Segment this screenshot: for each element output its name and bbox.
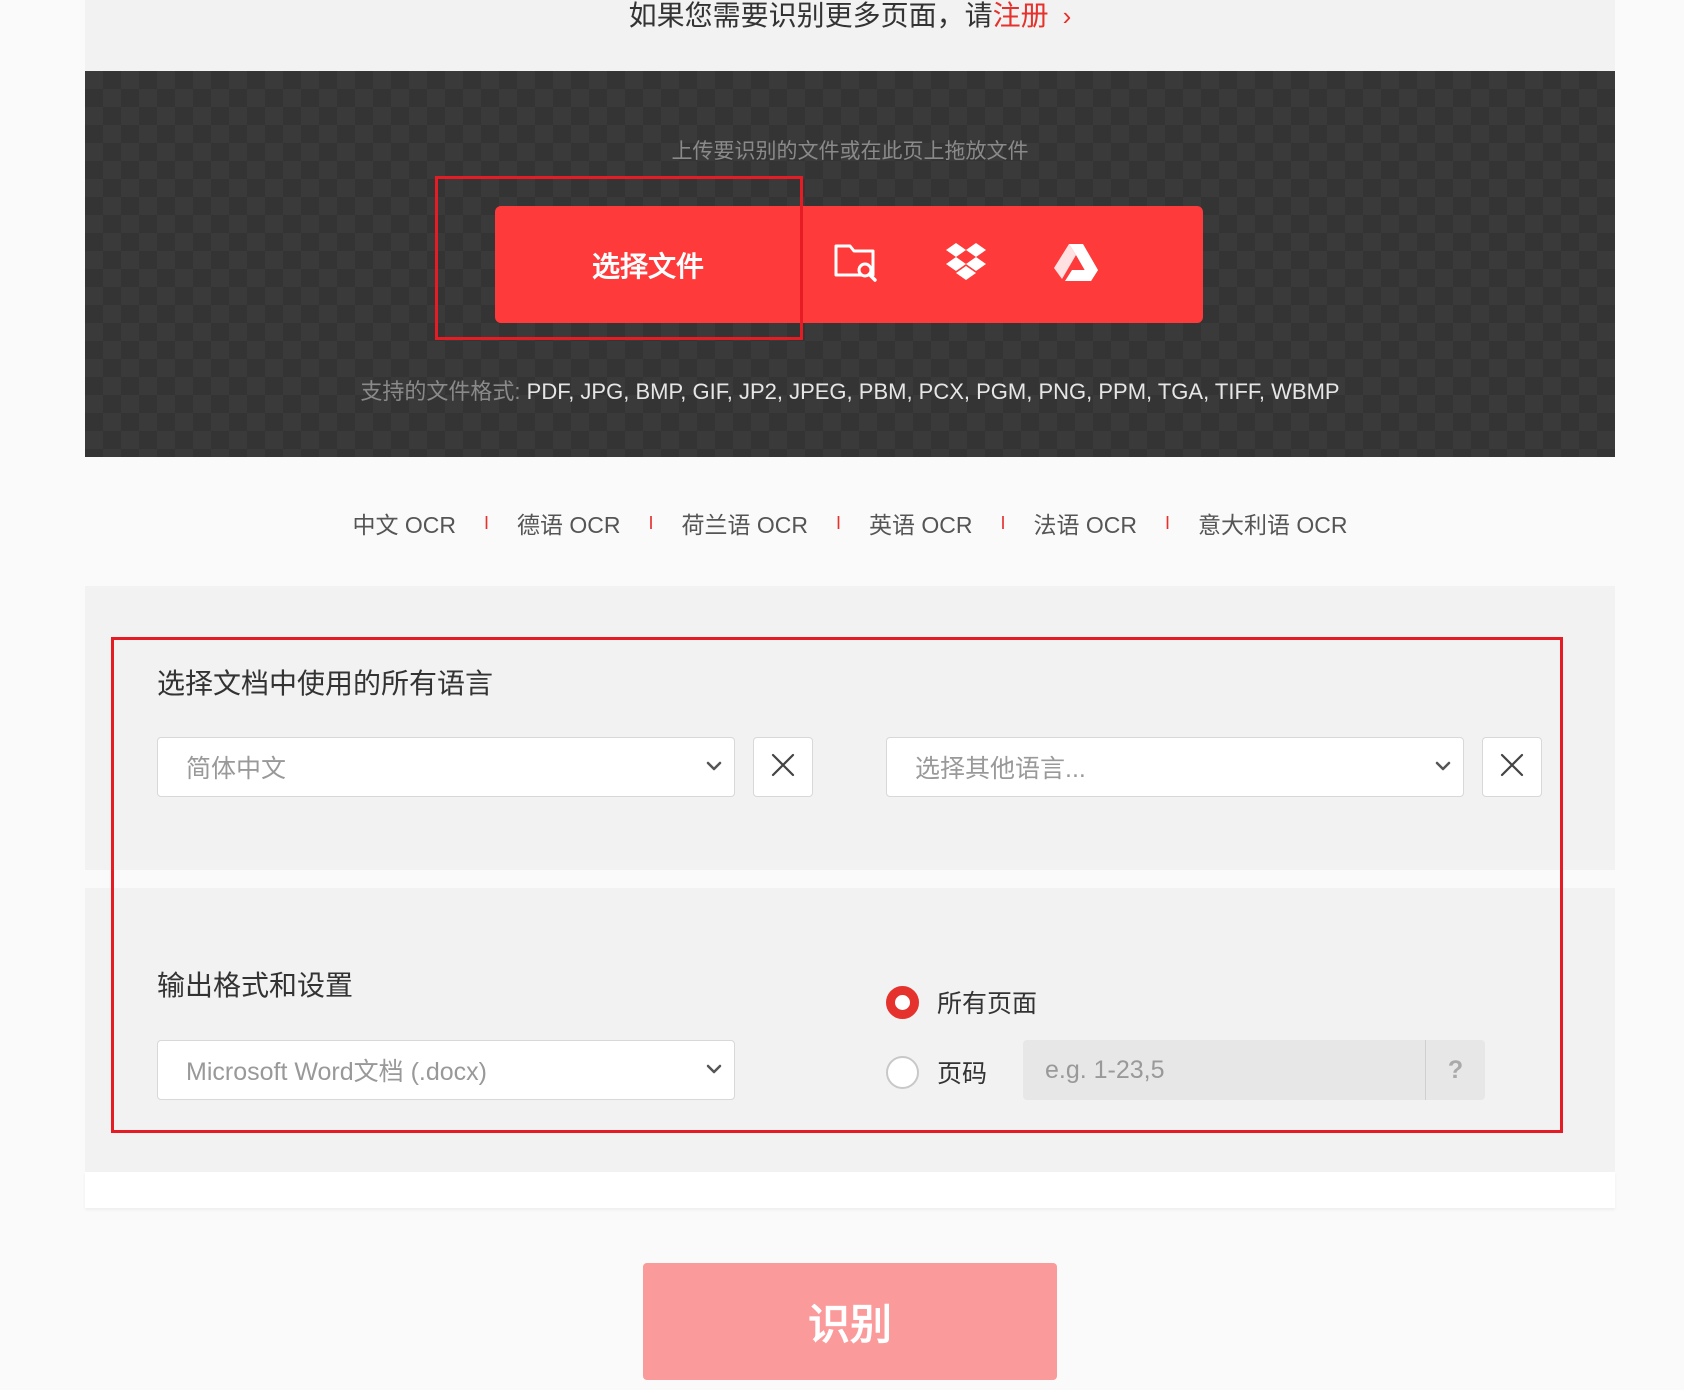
output-panel xyxy=(85,888,1615,1172)
link-chinese-ocr[interactable]: 中文 OCR xyxy=(352,506,456,540)
link-separator: I xyxy=(648,512,654,533)
chevron-down-icon xyxy=(702,1057,726,1081)
page-range-placeholder: e.g. 1-23,5 xyxy=(1045,1055,1165,1084)
link-french-ocr[interactable]: 法语 OCR xyxy=(1034,506,1138,540)
link-separator: I xyxy=(1165,512,1171,533)
local-file-button[interactable] xyxy=(801,206,911,323)
output-title: 输出格式和设置 xyxy=(157,970,354,1001)
chevron-right-icon[interactable]: › xyxy=(1063,1,1072,31)
panel-footer xyxy=(85,1172,1615,1208)
language-ocr-links: 中文 OCR I 德语 OCR I 荷兰语 OCR I 英语 OCR I 法语 … xyxy=(85,503,1615,543)
page-range-input[interactable]: e.g. 1-23,5 ? xyxy=(1023,1040,1485,1100)
page-range-label: 页码 xyxy=(937,1060,988,1088)
clear-primary-language-button[interactable] xyxy=(753,737,813,797)
register-banner: 如果您需要识别更多页面，请注册 › xyxy=(85,0,1615,71)
folder-search-icon xyxy=(833,241,879,288)
google-drive-icon xyxy=(1052,241,1100,288)
page-range-radio[interactable] xyxy=(886,1055,919,1089)
clear-secondary-language-button[interactable] xyxy=(1482,737,1542,797)
primary-language-value: 简体中文 xyxy=(186,755,287,783)
secondary-language-placeholder: 选择其他语言... xyxy=(915,755,1086,783)
output-format-select[interactable]: Microsoft Word文档 (.docx) xyxy=(157,1040,735,1100)
language-panel xyxy=(85,586,1615,870)
help-button[interactable]: ? xyxy=(1425,1040,1485,1100)
link-english-ocr[interactable]: 英语 OCR xyxy=(869,506,973,540)
close-icon xyxy=(770,752,796,783)
primary-language-select[interactable]: 简体中文 xyxy=(157,737,735,797)
formats-label: 支持的文件格式: xyxy=(360,379,527,404)
link-separator: I xyxy=(835,512,841,533)
link-dutch-ocr[interactable]: 荷兰语 OCR xyxy=(681,506,808,540)
formats-list: PDF, JPG, BMP, GIF, JP2, JPEG, PBM, PCX,… xyxy=(526,379,1340,404)
link-german-ocr[interactable]: 德语 OCR xyxy=(517,506,621,540)
google-drive-button[interactable] xyxy=(1021,206,1131,323)
close-icon xyxy=(1499,752,1525,783)
output-format-value: Microsoft Word文档 (.docx) xyxy=(186,1058,487,1086)
register-link[interactable]: 注册 xyxy=(993,0,1049,31)
languages-title: 选择文档中使用的所有语言 xyxy=(157,668,494,699)
recognize-button[interactable]: 识别 xyxy=(643,1263,1057,1380)
upload-hint: 上传要识别的文件或在此页上拖放文件 xyxy=(671,140,1029,163)
chevron-down-icon xyxy=(1431,754,1455,778)
choose-file-button[interactable]: 选择文件 xyxy=(495,206,801,323)
banner-message: 如果您需要识别更多页面，请 xyxy=(628,0,993,31)
all-pages-radio[interactable] xyxy=(886,985,919,1019)
dropbox-button[interactable] xyxy=(911,206,1021,323)
upload-button-group: 选择文件 xyxy=(495,206,1203,323)
link-separator: I xyxy=(1000,512,1006,533)
dropbox-icon xyxy=(942,241,990,288)
page-range-option[interactable]: 页码 xyxy=(886,1054,987,1090)
all-pages-label: 所有页面 xyxy=(937,990,1038,1018)
link-italian-ocr[interactable]: 意大利语 OCR xyxy=(1198,506,1348,540)
secondary-language-select[interactable]: 选择其他语言... xyxy=(886,737,1464,797)
all-pages-option[interactable]: 所有页面 xyxy=(886,984,1037,1020)
upload-area[interactable]: 上传要识别的文件或在此页上拖放文件 选择文件 支持的文件格式: PDF, JPG… xyxy=(85,71,1615,457)
link-separator: I xyxy=(483,512,489,533)
supported-formats: 支持的文件格式: PDF, JPG, BMP, GIF, JP2, JPEG, … xyxy=(85,374,1615,406)
chevron-down-icon xyxy=(702,754,726,778)
